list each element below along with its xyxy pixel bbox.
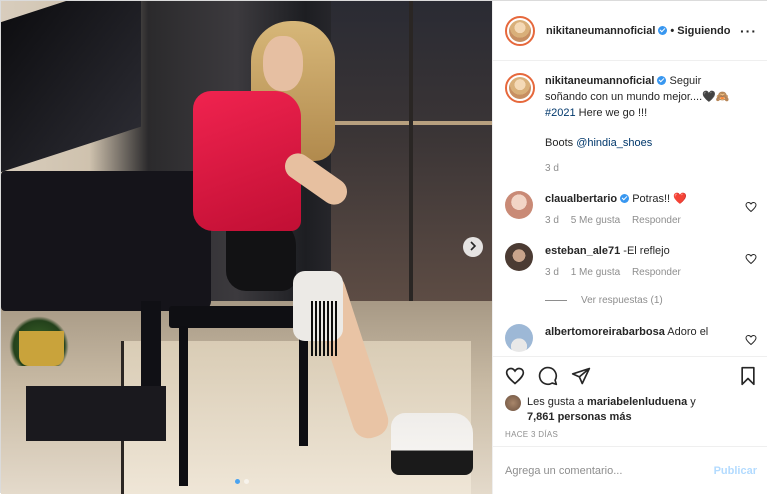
post-actions: Les gusta a mariabelenluduena y 7,861 pe… [493,356,767,446]
comment-username[interactable]: claualbertario [545,193,617,205]
comment-item: esteban_ale71 -El reflejo 3 d 1 Me gusta… [505,243,757,281]
comment-text: Adoro el [667,326,709,338]
heart-icon[interactable] [745,201,757,213]
photo-plant-pot [19,331,64,366]
following-button[interactable]: Siguiendo [677,25,730,37]
likes-joiner: y [690,396,696,408]
caption-age[interactable]: 3 d [545,163,559,174]
add-comment-bar: Publicar [493,446,767,494]
comment-body: albertomoreirabarbosa Adoro el [545,324,745,352]
caption-text-2: Here we go !!! [578,107,648,119]
share-paper-plane-icon[interactable] [571,366,591,386]
avatar[interactable] [505,73,535,103]
caption-emojis: 🖤🙈 [702,91,730,103]
photo-boot [391,413,473,475]
mention-link[interactable]: @hindia_shoes [576,137,652,149]
comment-body: claualbertario Potras!! ❤️ 3 d 5 Me gust… [545,191,745,229]
header-username[interactable]: nikitaneumannoficial [546,25,655,37]
comment-item: claualbertario Potras!! ❤️ 3 d 5 Me gust… [505,191,757,229]
comment-username[interactable]: albertomoreirabarbosa [545,326,665,338]
photo-face [263,36,303,91]
caption-boots-label: Boots [545,137,574,149]
verified-badge-icon [658,26,668,35]
comment-bubble-icon[interactable] [538,366,558,386]
post-side-panel: nikitaneumannoficial • Siguiendo ··· nik… [492,1,767,494]
avatar[interactable] [505,191,533,219]
photo-bench-leg [299,326,308,446]
comment-input[interactable] [505,464,714,477]
comment-text: -El reflejo [623,245,670,257]
reply-button[interactable]: Responder [632,215,681,226]
carousel-dot [244,479,249,484]
bookmark-icon[interactable] [739,366,757,386]
caption-username[interactable]: nikitaneumannoficial [545,75,654,87]
chevron-right-icon [469,240,477,254]
replies-divider [545,300,567,301]
more-horizontal-icon[interactable]: ··· [740,23,757,39]
likes-user[interactable]: mariabelenluduena [587,396,687,408]
comment-item: albertomoreirabarbosa Adoro el [505,324,757,352]
caption-body: nikitaneumannoficial Seguir soñando con … [545,73,745,177]
verified-badge-icon [657,76,667,85]
next-photo-button[interactable] [463,237,483,257]
comment-likes[interactable]: 5 Me gusta [571,215,620,226]
post-photo[interactable] [1,1,492,494]
likes-text: Les gusta a mariabelenluduena y 7,861 pe… [527,395,696,425]
comments-list[interactable]: nikitaneumannoficial Seguir soñando con … [493,61,767,356]
comment-age[interactable]: 3 d [545,267,559,278]
carousel-dot-active [235,479,240,484]
post-timestamp[interactable]: HACE 3 DÍAS [505,430,757,439]
comment-age[interactable]: 3 d [545,215,559,226]
comment-emoji: ❤️ [673,193,687,205]
comment-text: Potras!! [632,193,671,205]
avatar[interactable] [505,15,535,46]
instagram-post: nikitaneumannoficial • Siguiendo ··· nik… [0,0,767,494]
photo-piano [1,171,211,311]
avatar[interactable] [505,395,521,411]
comment-username[interactable]: esteban_ale71 [545,245,620,257]
likes-prefix: Les gusta a [527,396,584,408]
photo-piano-pedals [26,386,166,441]
avatar[interactable] [505,243,533,271]
like-heart-icon[interactable] [505,366,525,386]
publish-button[interactable]: Publicar [714,465,757,477]
avatar[interactable] [505,324,533,352]
heart-icon[interactable] [745,253,757,265]
follow-separator: • [670,24,675,37]
likes-summary: Les gusta a mariabelenluduena y 7,861 pe… [505,395,757,425]
view-replies-button[interactable]: Ver respuestas (1) [545,295,757,306]
verified-badge-icon [620,194,630,203]
avatar-image [509,19,531,42]
action-icons [505,357,757,395]
carousel-indicator [235,479,249,484]
likes-count[interactable]: 7,861 personas más [527,411,632,423]
post-header: nikitaneumannoficial • Siguiendo ··· [493,1,767,61]
view-replies-label: Ver respuestas (1) [581,295,663,306]
comment-likes[interactable]: 1 Me gusta [571,267,620,278]
photo-boot-fringe [311,301,337,356]
comment-body: esteban_ale71 -El reflejo 3 d 1 Me gusta… [545,243,745,281]
hashtag-link[interactable]: #2021 [545,107,576,119]
avatar-image [509,77,531,99]
reply-button[interactable]: Responder [632,267,681,278]
photo-bench-leg [179,326,188,486]
heart-icon[interactable] [745,334,757,346]
caption: nikitaneumannoficial Seguir soñando con … [505,73,757,177]
